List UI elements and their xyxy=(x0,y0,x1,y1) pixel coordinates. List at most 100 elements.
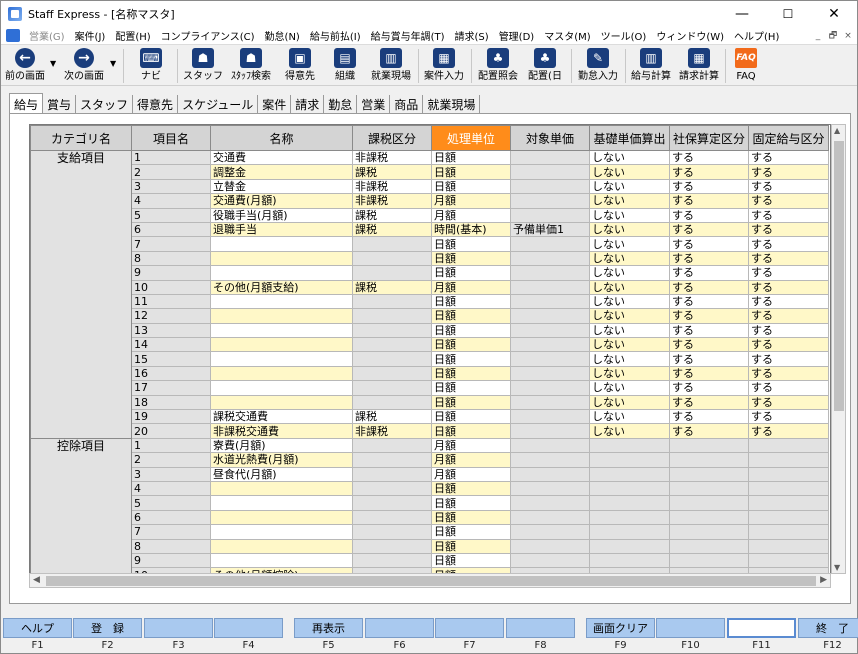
prev-screen-button[interactable]: ← 前の画面 xyxy=(3,46,47,85)
table-cell[interactable]: しない xyxy=(589,394,670,411)
table-cell[interactable] xyxy=(748,466,829,482)
table-cell[interactable] xyxy=(210,394,353,411)
table-cell[interactable] xyxy=(510,524,590,540)
organization-button[interactable]: ▤ 組織 xyxy=(325,46,365,85)
menu-help[interactable]: ヘルプ(H) xyxy=(729,28,784,43)
table-cell[interactable] xyxy=(210,236,353,252)
vertical-scroll-thumb[interactable] xyxy=(834,141,844,411)
table-cell[interactable] xyxy=(589,466,670,482)
table-cell[interactable] xyxy=(510,351,590,367)
menu-payroll[interactable]: 給与賞与年調(T) xyxy=(366,28,450,43)
table-cell[interactable]: する xyxy=(669,221,749,238)
table-cell[interactable] xyxy=(510,423,590,439)
table-row[interactable]: 2 調整金 課税 日額 しない する する xyxy=(31,164,829,180)
table-cell[interactable]: 日額 xyxy=(431,351,511,367)
menu-window[interactable]: ウィンドウ(W) xyxy=(651,28,729,43)
table-cell[interactable] xyxy=(352,250,432,267)
scroll-left-icon[interactable]: ◀ xyxy=(33,575,40,585)
table-cell[interactable] xyxy=(510,322,590,339)
table-cell[interactable]: 9 xyxy=(131,552,211,569)
table-cell[interactable] xyxy=(669,452,749,468)
table-cell[interactable]: 6 xyxy=(131,221,211,238)
table-row[interactable]: 4 交通費(月額) 非課税 月額 しない する する xyxy=(31,193,829,209)
menu-admin[interactable]: 管理(D) xyxy=(494,28,540,43)
column-header[interactable]: 名称 xyxy=(210,125,353,151)
table-row[interactable]: 8 日額 しない する する xyxy=(31,250,829,267)
table-cell[interactable] xyxy=(748,509,829,526)
table-cell[interactable] xyxy=(510,207,590,223)
table-row[interactable]: 7 日額 しない する する xyxy=(31,236,829,252)
table-cell[interactable]: しない xyxy=(589,279,670,295)
table-cell[interactable]: する xyxy=(748,351,829,367)
fkey-f1-button[interactable]: ヘルプ xyxy=(3,618,72,638)
table-cell[interactable] xyxy=(510,480,590,497)
table-cell[interactable]: 非課税交通費 xyxy=(210,423,353,439)
fkey-f8-button[interactable] xyxy=(506,618,575,638)
table-row[interactable]: 7 日額 xyxy=(31,524,829,540)
table-cell[interactable]: 日額 xyxy=(431,552,511,569)
table-cell[interactable] xyxy=(510,495,590,511)
table-cell[interactable]: する xyxy=(669,149,749,166)
table-cell[interactable]: 課税交通費 xyxy=(210,409,353,425)
fkey-f5-button[interactable]: 再表示 xyxy=(294,618,363,638)
fkey-f10-button[interactable] xyxy=(656,618,725,638)
menu-case[interactable]: 案件(J) xyxy=(70,28,111,43)
table-cell[interactable] xyxy=(589,452,670,468)
table-cell[interactable]: する xyxy=(748,164,829,180)
table-cell[interactable] xyxy=(748,437,829,454)
table-cell[interactable]: 時間(基本) xyxy=(431,221,511,238)
table-cell[interactable]: する xyxy=(669,193,749,209)
table-cell[interactable]: する xyxy=(669,380,749,396)
table-cell[interactable]: する xyxy=(748,236,829,252)
fkey-f3-button[interactable] xyxy=(144,618,213,638)
table-cell[interactable]: する xyxy=(669,236,749,252)
scroll-up-icon[interactable]: ▲ xyxy=(834,126,840,135)
table-cell[interactable]: しない xyxy=(589,193,670,209)
fkey-f11-button[interactable] xyxy=(727,618,796,638)
table-cell[interactable]: 日額 xyxy=(431,293,511,310)
table-cell[interactable]: 日額 xyxy=(431,265,511,281)
table-cell[interactable]: しない xyxy=(589,178,670,195)
document-icon[interactable] xyxy=(6,28,20,42)
billing-calc-button[interactable]: ▦ 請求計算 xyxy=(676,46,722,85)
table-cell[interactable]: 非課税 xyxy=(352,423,432,439)
table-cell[interactable]: する xyxy=(669,351,749,367)
maximize-button[interactable]: ☐ xyxy=(765,1,811,26)
table-row[interactable]: 15 日額 しない する する xyxy=(31,351,829,367)
table-cell[interactable]: 非課税 xyxy=(352,193,432,209)
table-cell[interactable]: 寮費(月額) xyxy=(210,437,353,454)
table-cell[interactable]: しない xyxy=(589,250,670,267)
tab-8[interactable]: 勤怠 xyxy=(324,95,358,113)
name-master-grid[interactable]: カテゴリ名 項目名 名称 課税区分 処理単位 対象単価 基礎単価算出 社保算定区分 固定給与区分… xyxy=(29,124,831,574)
table-row[interactable]: 12 日額 しない する する xyxy=(31,308,829,324)
payroll-calc-button[interactable]: ▥ 給与計算 xyxy=(628,46,674,85)
table-cell[interactable]: 交通費(月額) xyxy=(210,193,353,209)
fkey-f2-button[interactable]: 登 録 xyxy=(73,618,142,638)
table-cell[interactable] xyxy=(510,380,590,396)
table-cell[interactable]: しない xyxy=(589,322,670,339)
table-cell[interactable] xyxy=(669,495,749,511)
table-cell[interactable] xyxy=(210,308,353,324)
attendance-input-button[interactable]: ✎ 勤怠入力 xyxy=(575,46,621,85)
table-cell[interactable] xyxy=(510,293,590,310)
tab-11[interactable]: 就業現場 xyxy=(423,95,481,113)
table-cell[interactable] xyxy=(510,466,590,482)
table-cell[interactable]: 3 xyxy=(131,178,211,195)
tab-6[interactable]: 案件 xyxy=(258,95,292,113)
table-cell[interactable] xyxy=(510,552,590,569)
table-row[interactable]: 8 日額 xyxy=(31,538,829,554)
table-cell[interactable] xyxy=(510,250,590,267)
scroll-down-icon[interactable]: ▼ xyxy=(834,563,840,572)
table-cell[interactable]: する xyxy=(748,380,829,396)
table-cell[interactable]: する xyxy=(669,250,749,267)
navi-button[interactable]: ⌨ ナビ xyxy=(131,46,171,85)
table-cell[interactable]: する xyxy=(748,207,829,223)
table-cell[interactable] xyxy=(210,524,353,540)
table-cell[interactable]: する xyxy=(669,308,749,324)
tab-9[interactable]: 営業 xyxy=(357,95,391,113)
table-cell[interactable]: 日額 xyxy=(431,322,511,339)
table-row[interactable]: 3 昼食代(月額) 月額 xyxy=(31,466,829,482)
table-cell[interactable]: 日額 xyxy=(431,365,511,382)
table-cell[interactable] xyxy=(510,164,590,180)
table-cell[interactable]: 月額 xyxy=(431,452,511,468)
